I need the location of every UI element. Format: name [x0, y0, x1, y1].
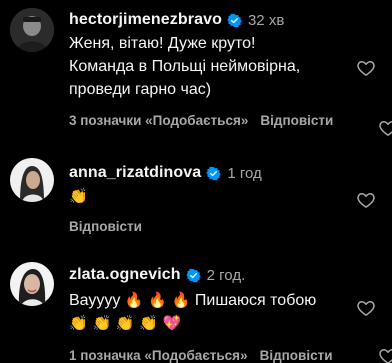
reply-button[interactable]: Відповісти: [69, 219, 142, 234]
comment-line: проведи гарно час): [69, 81, 212, 98]
comment-zlata-ognevich: zlata.ognevich 2 год. Вауууу 🔥 🔥 🔥 Пишаю…: [0, 250, 392, 363]
reply-button[interactable]: Відповісти: [260, 113, 333, 128]
heart-outline-icon[interactable]: [356, 190, 376, 210]
comment-line: Команда в Польщі неймовірна,: [69, 58, 301, 75]
verified-badge-icon: [206, 166, 221, 181]
avatar-hectorjimenezbravo[interactable]: [10, 8, 54, 52]
comment-anna-rizatdinova: anna_rizatdinova 1 год 👏 Відповісти: [0, 150, 392, 250]
comment-time: 32 хв: [247, 11, 285, 29]
fire-emoji: 🔥 🔥 🔥: [124, 291, 191, 309]
heart-outline-icon[interactable]: [356, 298, 376, 318]
verified-badge-icon: [227, 13, 242, 28]
avatar-image: [10, 158, 54, 202]
avatar-zlata-ognevich[interactable]: [10, 262, 54, 306]
comment-username[interactable]: zlata.ognevich: [69, 266, 181, 284]
likes-count[interactable]: 3 позначки «Подобається»: [69, 113, 248, 128]
heart-outline-icon[interactable]: [356, 58, 376, 78]
clap-heart-emoji: 👏 👏 👏 👏 💖: [69, 314, 182, 332]
comment-text: Вауууу 🔥 🔥 🔥 Пишаюся тобою 👏 👏 👏 👏 💖: [69, 289, 346, 335]
comment-hectorjimenezbravo: hectorjimenezbravo 32 хв Женя, вітаю! Ду…: [0, 0, 392, 150]
reply-button[interactable]: Відповісти: [260, 348, 333, 363]
verified-badge-icon: [185, 268, 201, 283]
heart-outline-icon[interactable]: [378, 346, 392, 363]
comment-username[interactable]: hectorjimenezbravo: [69, 11, 222, 29]
avatar-image: [10, 262, 54, 306]
comment-line: Вауууу 🔥 🔥 🔥 Пишаюся тобою: [69, 289, 346, 312]
comment-text: 👏: [69, 185, 346, 208]
comment-text-suffix: Пишаюся тобою: [194, 292, 317, 309]
comment-text-prefix: Вауууу: [69, 292, 121, 309]
comment-username[interactable]: anna_rizatdinova: [69, 164, 201, 182]
likes-count[interactable]: 1 позначка «Подобається»: [69, 348, 248, 363]
comment-line: Женя, вітаю! Дуже круто!: [69, 35, 256, 52]
comment-text: Женя, вітаю! Дуже круто! Команда в Польщ…: [69, 32, 346, 101]
avatar-image: [10, 8, 54, 52]
comment-time: 2 год.: [206, 266, 246, 284]
avatar-anna-rizatdinova[interactable]: [10, 158, 54, 202]
comment-line: 👏 👏 👏 👏 💖: [69, 312, 346, 335]
heart-outline-icon[interactable]: [378, 118, 392, 138]
clap-emoji: 👏: [69, 187, 88, 205]
comment-time: 1 год: [227, 164, 262, 182]
